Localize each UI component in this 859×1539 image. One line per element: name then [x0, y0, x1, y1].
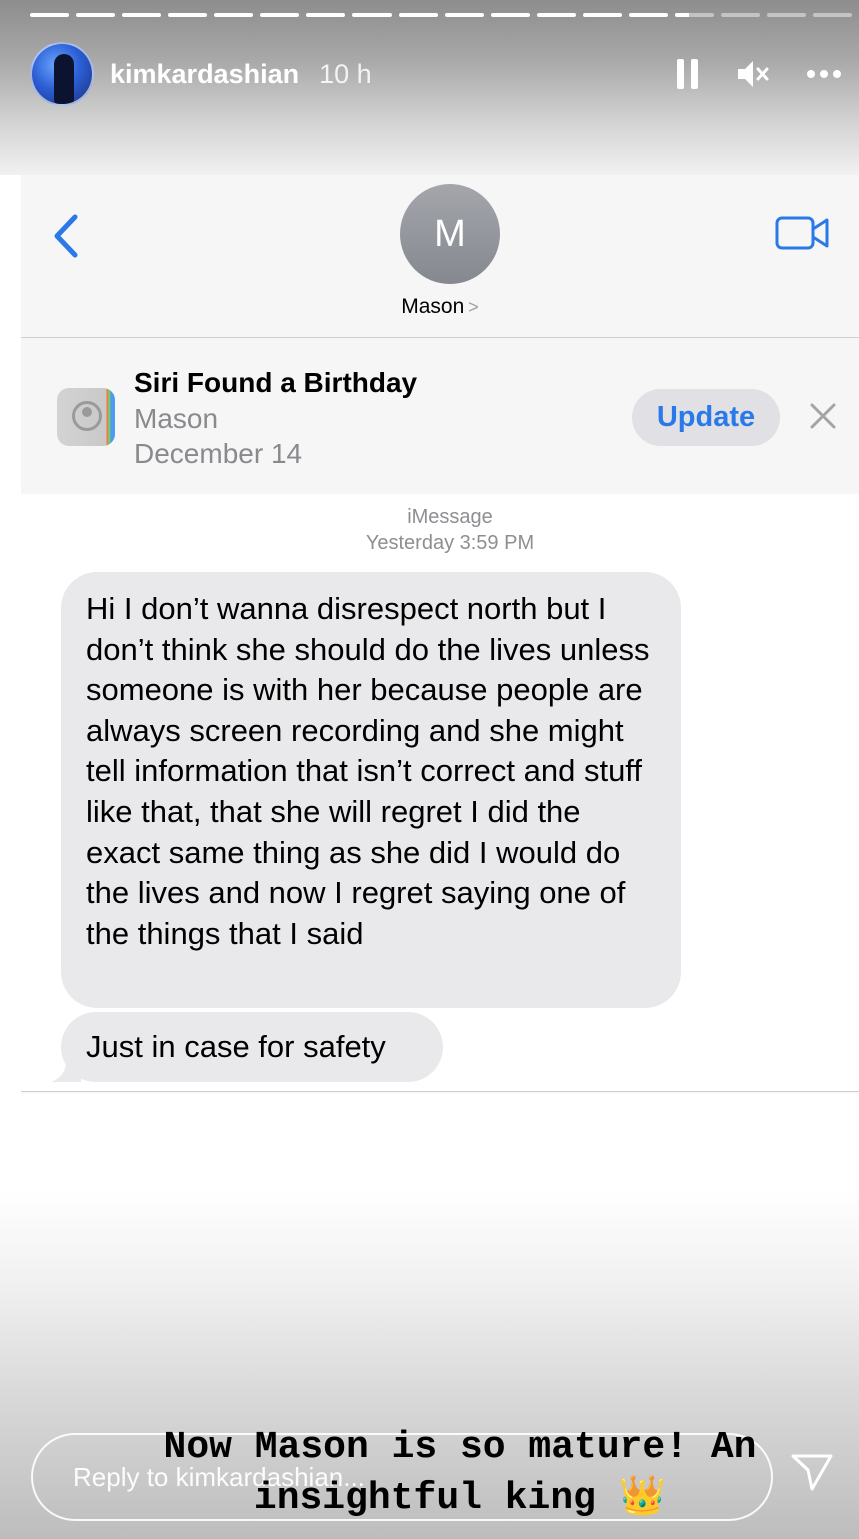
incoming-message-bubble[interactable]: Hi I don’t wanna disrespect north but I … — [61, 572, 681, 1008]
contact-avatar[interactable]: M — [400, 184, 500, 284]
story-progress-segment — [398, 13, 438, 17]
story-progress-segment — [260, 13, 300, 17]
imessage-screenshot: M Mason > Siri Found a Birthday Mason Dec… — [21, 175, 859, 1093]
story-progress-fill — [168, 13, 208, 17]
siri-contact-name: Mason — [134, 403, 219, 434]
pause-icon[interactable] — [676, 58, 700, 90]
story-username[interactable]: kimkardashian — [110, 59, 299, 90]
story-progress-fill — [398, 13, 438, 17]
story-progress-fill — [214, 13, 254, 17]
story-progress-segment — [767, 13, 807, 17]
message-timestamp: Yesterday 3:59 PM — [365, 532, 535, 554]
story-caption: Now Mason is so mature! An insightful ki… — [80, 1422, 840, 1524]
story-progress-segment — [813, 13, 853, 17]
siri-title: Siri Found a Birthday — [134, 367, 418, 398]
mute-icon[interactable] — [736, 59, 770, 89]
story-controls — [676, 58, 842, 90]
story-progress-segment — [490, 13, 530, 17]
back-chevron-icon[interactable] — [51, 213, 81, 264]
story-header: kimkardashian 10 h — [30, 42, 842, 106]
message-thread: iMessage Yesterday 3:59 PM Hi I don’t wa… — [21, 494, 859, 1092]
chevron-right-icon: > — [468, 297, 479, 317]
story-progress-segment — [352, 13, 392, 17]
story-progress-segment — [30, 13, 70, 17]
divider — [21, 1091, 859, 1092]
crown-emoji: 👑 — [618, 1477, 667, 1520]
conversation-header: M Mason > — [21, 175, 859, 338]
story-progress-fill — [444, 13, 484, 17]
more-icon[interactable] — [806, 69, 842, 79]
story-progress-segment — [122, 13, 162, 17]
contact-name-label: Mason — [401, 295, 465, 318]
close-icon[interactable] — [809, 402, 837, 435]
story-progress-segment — [628, 13, 668, 17]
story-progress-segment — [674, 13, 714, 17]
video-camera-icon[interactable] — [775, 215, 831, 256]
story-progress-fill — [122, 13, 162, 17]
story-progress-fill — [30, 13, 70, 17]
service-label: iMessage — [407, 506, 493, 528]
story-progress-fill — [674, 13, 689, 17]
story-progress-fill — [260, 13, 300, 17]
siri-birthday-date: December 14 — [134, 438, 303, 469]
story-progress-fill — [490, 13, 530, 17]
story-progress-segment — [168, 13, 208, 17]
story-progress-segment — [76, 13, 116, 17]
story-progress-segment — [720, 13, 760, 17]
story-progress-fill — [628, 13, 668, 17]
update-button[interactable]: Update — [632, 389, 780, 446]
message-meta: iMessage Yesterday 3:59 PM — [21, 504, 859, 556]
avatar[interactable] — [30, 42, 94, 106]
caption-line-2-text: insightful king — [253, 1477, 596, 1520]
story-progress-segment — [444, 13, 484, 17]
story-progress-fill — [536, 13, 576, 17]
contact-name[interactable]: Mason > — [21, 295, 859, 319]
caption-line-1: Now Mason is so mature! An — [163, 1426, 757, 1469]
story-progress-bar — [30, 13, 853, 17]
story-progress-fill — [352, 13, 392, 17]
caption-line-2: insightful king 👑 — [80, 1473, 840, 1524]
story-progress-segment — [582, 13, 622, 17]
story-progress-fill — [306, 13, 346, 17]
contacts-app-icon — [57, 388, 115, 446]
story-progress-segment — [536, 13, 576, 17]
story-time-ago: 10 h — [319, 58, 372, 89]
story-progress-segment — [306, 13, 346, 17]
incoming-message-bubble[interactable]: Just in case for safety — [61, 1012, 443, 1082]
siri-suggestion-banner: Siri Found a Birthday Mason December 14 … — [21, 339, 859, 494]
story-progress-fill — [582, 13, 622, 17]
story-progress-fill — [76, 13, 116, 17]
story-progress-segment — [214, 13, 254, 17]
